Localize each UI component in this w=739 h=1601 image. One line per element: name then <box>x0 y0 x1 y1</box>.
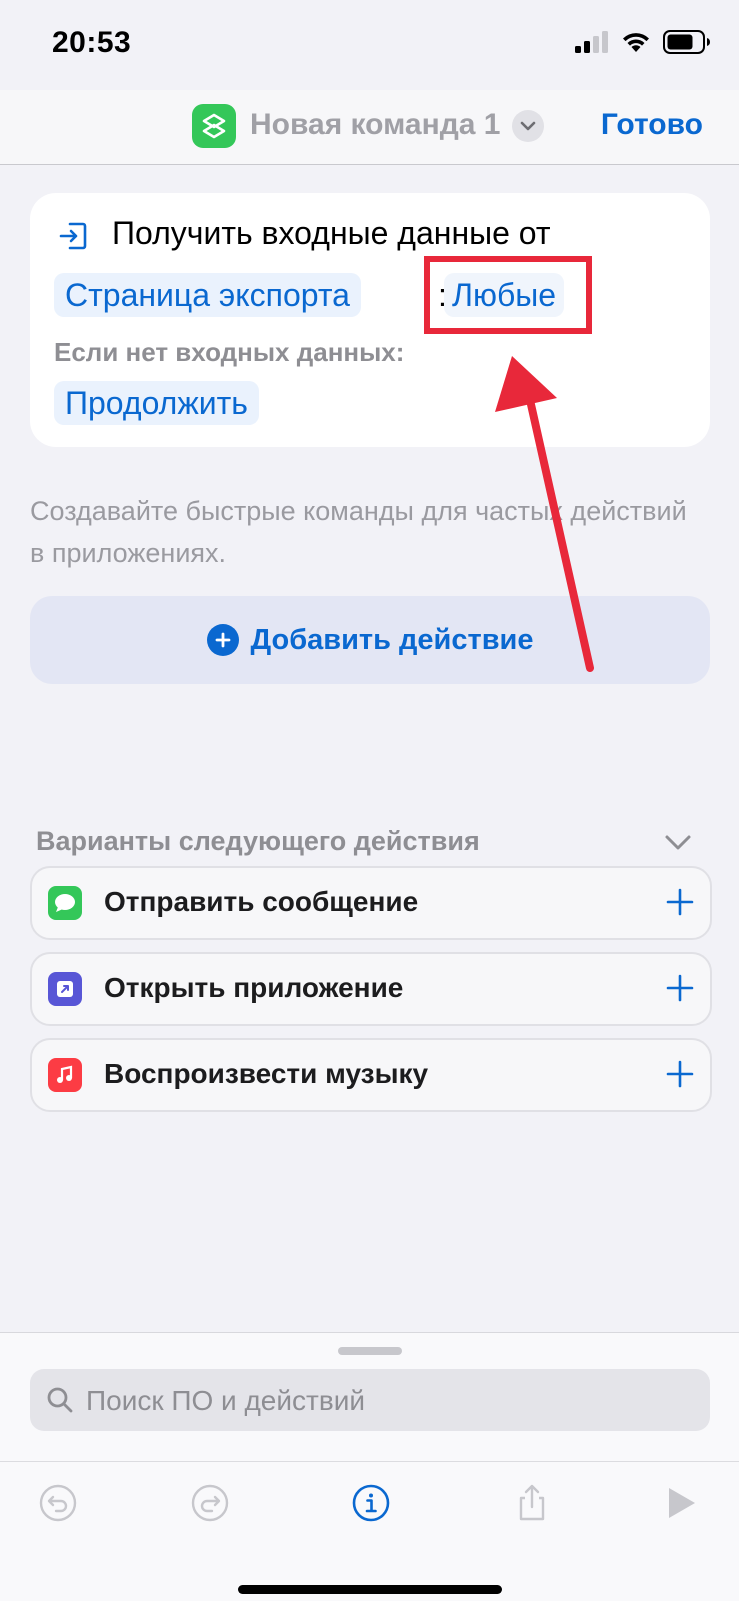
status-time: 20:53 <box>52 26 132 59</box>
toolbar-divider <box>0 1461 739 1462</box>
suggestion-label: Открыть приложение <box>104 972 404 1003</box>
add-plus-icon[interactable] <box>666 1060 694 1088</box>
search-icon <box>47 1387 73 1413</box>
search-input[interactable] <box>84 1369 688 1433</box>
status-icons <box>575 30 711 54</box>
play-icon[interactable] <box>660 1483 700 1523</box>
no-input-label: Если нет входных данных: <box>54 337 405 367</box>
shortcut-app-icon[interactable] <box>192 104 236 148</box>
get-input-action-card[interactable]: Получить входные данные от Страница эксп… <box>30 193 710 447</box>
share-icon[interactable] <box>512 1483 552 1523</box>
plus-circle-icon <box>206 624 239 656</box>
messages-icon <box>48 886 82 920</box>
drawer-grabber[interactable] <box>338 1347 402 1355</box>
annotation-highlight-box <box>424 256 592 334</box>
done-button[interactable]: Готово <box>601 108 703 142</box>
no-input-value-token[interactable]: Продолжить <box>54 381 259 425</box>
add-action-label: Добавить действие <box>250 623 534 656</box>
add-action-button[interactable]: Добавить действие <box>30 596 710 684</box>
suggestion-send-message[interactable]: Отправить сообщение <box>30 866 712 940</box>
chevron-down-icon[interactable] <box>664 834 692 852</box>
suggestions-header: Варианты следующего действия <box>36 826 480 856</box>
suggestion-open-app[interactable]: Открыть приложение <box>30 952 712 1026</box>
receive-input-icon <box>59 222 87 250</box>
undo-icon[interactable] <box>38 1483 78 1523</box>
suggestion-play-music[interactable]: Воспроизвести музыку <box>30 1038 712 1112</box>
wifi-icon <box>623 33 649 52</box>
info-icon[interactable] <box>351 1483 391 1523</box>
layers-icon <box>202 113 226 139</box>
hint-text: Создавайте быстрые команды для частых де… <box>30 496 687 568</box>
home-indicator <box>238 1585 502 1594</box>
add-plus-icon[interactable] <box>666 974 694 1002</box>
navigation-bar: Новая команда 1 Готово <box>0 90 739 165</box>
status-bar: 20:53 <box>0 0 739 90</box>
search-field[interactable] <box>30 1369 710 1433</box>
open-app-icon <box>48 972 82 1006</box>
music-icon <box>48 1058 82 1092</box>
cellular-signal-icon <box>575 31 608 53</box>
add-plus-icon[interactable] <box>666 888 694 916</box>
source-token[interactable]: Страница экспорта <box>54 273 361 317</box>
redo-icon[interactable] <box>190 1483 230 1523</box>
suggestion-label: Отправить сообщение <box>104 886 419 917</box>
bottom-drawer <box>0 1332 739 1601</box>
action-title: Получить входные данные от <box>112 215 551 251</box>
suggestion-label: Воспроизвести музыку <box>104 1058 429 1089</box>
battery-icon <box>663 30 710 54</box>
shortcut-title[interactable]: Новая команда 1 <box>250 108 500 142</box>
title-menu-chevron-icon[interactable] <box>512 110 544 142</box>
